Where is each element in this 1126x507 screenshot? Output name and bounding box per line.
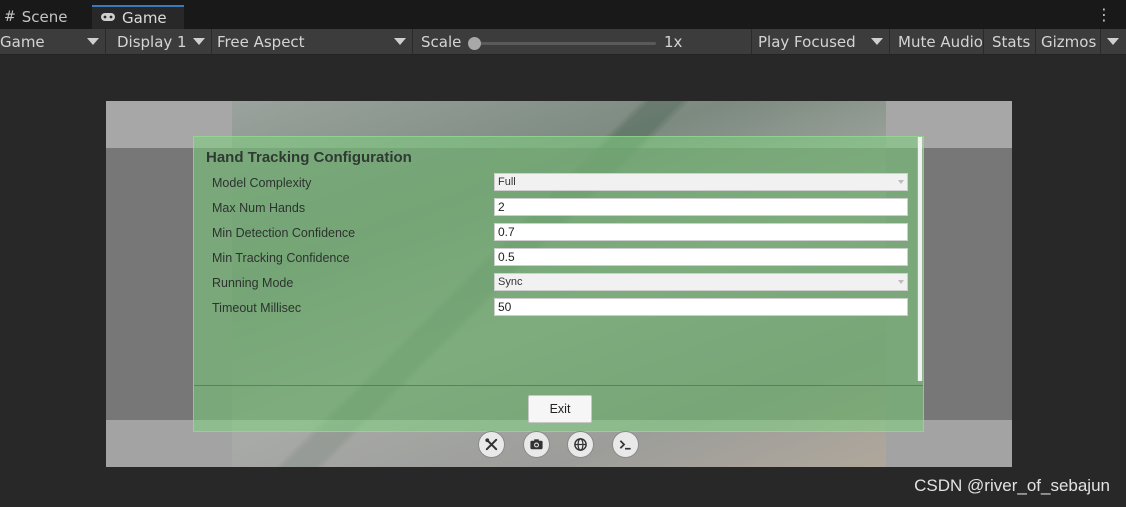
scale-slider-track[interactable] [474,42,656,45]
console-icon [619,440,631,450]
mute-audio-label: Mute Audio [898,33,983,51]
field-label-max-num-hands: Max Num Hands [212,201,306,215]
field-label-timeout-millisec: Timeout Millisec [212,301,302,315]
display-dropdown-label: Display 1 [117,33,187,51]
watermark: CSDN @river_of_sebajun [914,476,1110,495]
gizmos-label: Gizmos [1041,33,1097,51]
min-detection-confidence-input[interactable]: 0.7 [494,223,908,241]
mute-audio-toggle[interactable]: Mute Audio [892,29,984,55]
max-num-hands-input[interactable]: 2 [494,198,908,216]
running-mode-dropdown[interactable]: Sync [494,273,908,291]
field-label-model-complexity: Model Complexity [212,176,312,190]
camera-button[interactable] [523,431,550,458]
hand-tracking-config-panel: Hand Tracking Configuration Model Comple… [193,136,924,432]
tab-scene[interactable]: # Scene [4,5,67,29]
tab-game-label: Game [122,9,167,27]
field-label-min-tracking-confidence: Min Tracking Confidence [212,251,350,265]
game-dropdown[interactable]: Game [0,29,106,55]
chevron-down-icon [871,38,883,45]
chevron-down-icon [394,38,406,45]
panel-divider [194,385,923,386]
camera-icon [530,439,543,450]
editor-tab-bar: # Scene Game ⋮ [0,0,1126,29]
scrollbar-thumb[interactable] [918,137,922,381]
min-tracking-confidence-input[interactable]: 0.5 [494,248,908,266]
chevron-down-icon [193,38,205,45]
panel-title: Hand Tracking Configuration [206,149,412,166]
tab-game[interactable]: Game [92,5,184,29]
scale-slider-handle[interactable] [468,37,481,50]
field-label-min-detection-confidence: Min Detection Confidence [212,226,356,240]
gizmos-dropdown[interactable] [1101,29,1126,55]
play-mode-dropdown[interactable]: Play Focused [754,29,890,55]
panel-scrollbar[interactable] [917,137,923,381]
aspect-dropdown[interactable]: Free Aspect [213,29,413,55]
stats-label: Stats [992,33,1031,51]
scale-label: Scale [421,33,462,51]
play-mode-label: Play Focused [758,33,856,51]
tools-button[interactable] [478,431,505,458]
gizmos-toggle[interactable]: Gizmos [1037,29,1101,55]
display-dropdown[interactable]: Display 1 [108,29,212,55]
timeout-millisec-input[interactable]: 50 [494,298,908,316]
game-dropdown-label: Game [0,33,45,51]
tools-icon [485,438,498,451]
model-complexity-dropdown[interactable]: Full [494,173,908,191]
scale-value: 1x [664,33,683,51]
grid-icon: # [4,9,16,25]
more-options-icon[interactable]: ⋮ [1096,6,1112,24]
exit-button[interactable]: Exit [528,395,592,423]
chevron-down-icon [1107,38,1119,45]
console-button[interactable] [612,431,639,458]
field-label-running-mode: Running Mode [212,276,294,290]
tab-scene-label: Scene [21,8,68,26]
chevron-down-icon [87,38,99,45]
gamepad-icon [100,6,116,30]
stats-toggle[interactable]: Stats [986,29,1036,55]
globe-icon [574,438,587,451]
aspect-dropdown-label: Free Aspect [217,33,305,51]
globe-button[interactable] [567,431,594,458]
